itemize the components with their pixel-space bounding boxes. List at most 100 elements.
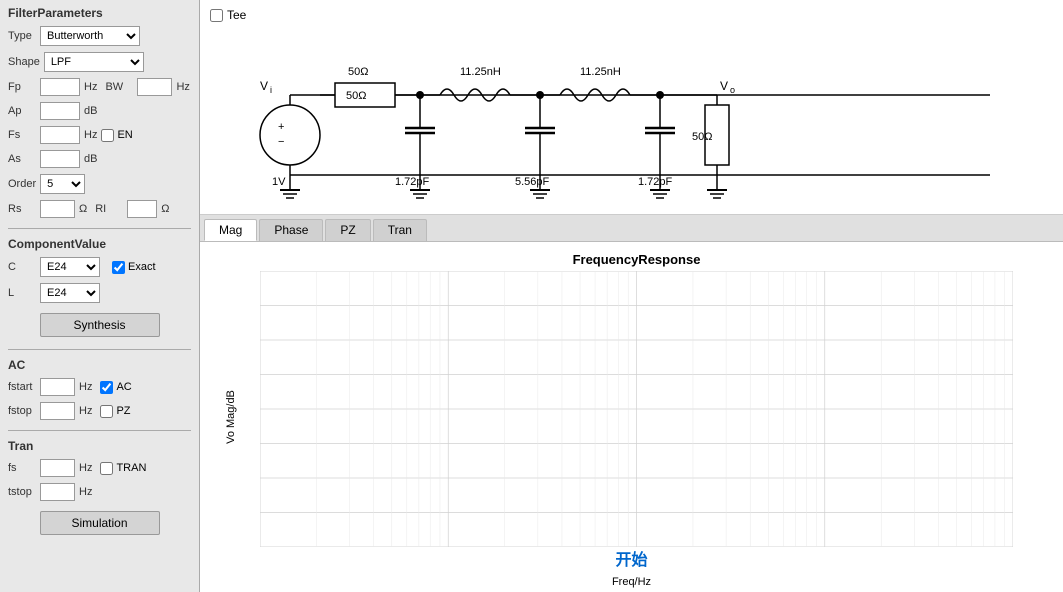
tab-tran[interactable]: Tran: [373, 219, 427, 241]
rs-row: Rs 50 Ω RI 50 Ω: [8, 200, 191, 218]
tab-pz[interactable]: PZ: [325, 219, 370, 241]
svg-text:1V: 1V: [272, 176, 286, 188]
plot-area: Mag Phase PZ Tran FrequencyResponse Vo M…: [200, 215, 1063, 592]
fs-label: Fs: [8, 129, 36, 141]
en-checkbox[interactable]: [101, 129, 114, 142]
ac-title: AC: [8, 358, 191, 372]
fstop-unit: Hz: [79, 405, 92, 417]
tran-label: TRAN: [116, 462, 146, 474]
fstop-input[interactable]: 10G: [40, 402, 75, 420]
divider-2: [8, 349, 191, 350]
svg-text:+: +: [278, 121, 284, 133]
rs-label: Rs: [8, 203, 36, 215]
svg-text:V: V: [720, 79, 728, 93]
tstop-row: tstop 25n Hz: [8, 483, 191, 501]
tran-checkbox-row: TRAN: [100, 462, 146, 475]
l-label: L: [8, 287, 36, 299]
divider-3: [8, 430, 191, 431]
tab-bar: Mag Phase PZ Tran: [200, 215, 1063, 242]
fstart-unit: Hz: [79, 381, 92, 393]
ac-label: AC: [116, 381, 131, 393]
pz-checkbox-row: PZ: [100, 405, 130, 418]
shape-select[interactable]: LPF HPF BPF: [44, 52, 144, 72]
svg-text:5.56pF: 5.56pF: [515, 176, 550, 188]
svg-text:50Ω: 50Ω: [692, 131, 712, 143]
pz-checkbox[interactable]: [100, 405, 113, 418]
ri-input[interactable]: 50: [127, 200, 157, 218]
ri-label: RI: [95, 203, 123, 215]
order-row: Order 5123467: [8, 174, 191, 194]
ap-input[interactable]: 1: [40, 102, 80, 120]
fp-input[interactable]: 1G: [40, 78, 80, 96]
fstop-label: fstop: [8, 405, 36, 417]
tab-phase[interactable]: Phase: [259, 219, 323, 241]
chart-container: FrequencyResponse Vo Mag/dB: [200, 242, 1063, 592]
exact-label: Exact: [128, 261, 156, 273]
tstop-unit: Hz: [79, 486, 92, 498]
as-unit: dB: [84, 153, 97, 165]
y-axis-label: Vo Mag/dB: [225, 390, 237, 444]
en-checkbox-row: EN: [101, 129, 132, 142]
x-axis-label: Freq/Hz: [612, 576, 651, 588]
order-select[interactable]: 5123467: [40, 174, 85, 194]
tran-fs-input[interactable]: 1G: [40, 459, 75, 477]
bw-unit: Hz: [176, 81, 189, 93]
tran-fs-label: fs: [8, 462, 36, 474]
fs-unit: Hz: [84, 129, 97, 141]
chart-title: FrequencyResponse: [260, 252, 1013, 267]
pz-label: PZ: [116, 405, 130, 417]
tstop-input[interactable]: 25n: [40, 483, 75, 501]
ap-unit: dB: [84, 105, 97, 117]
as-input[interactable]: 60: [40, 150, 80, 168]
fstop-row: fstop 10G Hz PZ: [8, 402, 191, 420]
svg-text:−: −: [278, 136, 284, 148]
svg-text:i: i: [270, 85, 272, 95]
shape-row: Shape LPF HPF BPF: [8, 52, 191, 72]
order-label: Order: [8, 178, 36, 190]
tran-title: Tran: [8, 439, 191, 453]
svg-text:o: o: [730, 85, 735, 95]
svg-text:50Ω: 50Ω: [346, 90, 366, 102]
exact-checkbox[interactable]: [112, 261, 125, 274]
rs-input[interactable]: 50: [40, 200, 75, 218]
right-panel: Tee + − Vi 1V 50Ω 50Ω: [200, 0, 1063, 592]
fs-input[interactable]: 2G: [40, 126, 80, 144]
ac-checkbox-row: AC: [100, 381, 131, 394]
svg-text:V: V: [260, 79, 268, 93]
simulation-button[interactable]: Simulation: [40, 511, 160, 535]
c-row: C E24E12E6 Exact: [8, 257, 191, 277]
as-label: As: [8, 153, 36, 165]
fstart-label: fstart: [8, 381, 36, 393]
l-select[interactable]: E24E12E6: [40, 283, 100, 303]
fp-label: Fp: [8, 81, 36, 93]
c-select[interactable]: E24E12E6: [40, 257, 100, 277]
tran-checkbox[interactable]: [100, 462, 113, 475]
bw-input[interactable]: 500M: [137, 78, 172, 96]
ri-unit: Ω: [161, 203, 169, 215]
synthesis-button[interactable]: Synthesis: [40, 313, 160, 337]
type-row: Type Butterworth Chebyshev Bessel: [8, 26, 191, 46]
left-panel: FilterParameters Type Butterworth Chebys…: [0, 0, 200, 592]
fstart-input[interactable]: 1M: [40, 378, 75, 396]
ap-row: Ap 1 dB: [8, 102, 191, 120]
fs-row: Fs 2G Hz EN: [8, 126, 191, 144]
l-row: L E24E12E6: [8, 283, 191, 303]
tab-mag[interactable]: Mag: [204, 219, 257, 241]
circuit-svg: + − Vi 1V 50Ω 50Ω: [230, 15, 990, 215]
en-label: EN: [117, 129, 132, 141]
svg-text:1.72pF: 1.72pF: [395, 176, 430, 188]
component-value-title: ComponentValue: [8, 237, 191, 251]
svg-text:11.25nH: 11.25nH: [580, 66, 621, 78]
type-select[interactable]: Butterworth Chebyshev Bessel: [40, 26, 140, 46]
ac-checkbox[interactable]: [100, 381, 113, 394]
c-label: C: [8, 261, 36, 273]
svg-text:50Ω: 50Ω: [348, 66, 368, 78]
tee-checkbox[interactable]: [210, 9, 223, 22]
divider-1: [8, 228, 191, 229]
tstop-label: tstop: [8, 486, 36, 498]
fstart-row: fstart 1M Hz AC: [8, 378, 191, 396]
fp-unit: Hz: [84, 81, 97, 93]
chart-svg: 0 -10 -20 -30 -40 -50 -60 -70 -80 10⁶ 10…: [260, 271, 1013, 547]
shape-label: Shape: [8, 56, 40, 68]
type-label: Type: [8, 30, 36, 42]
